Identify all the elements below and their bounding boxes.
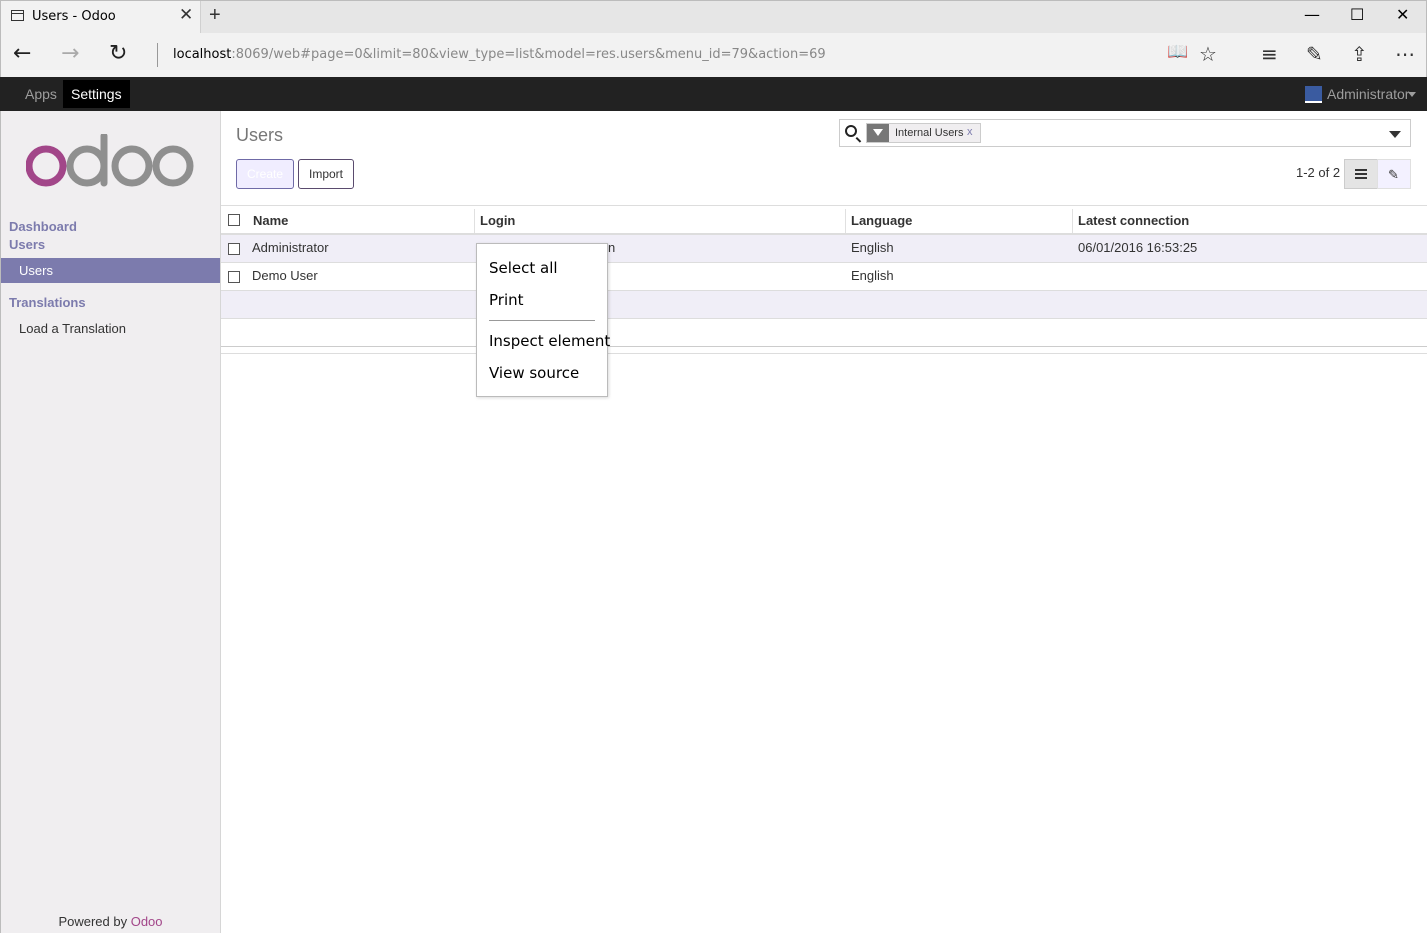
row-checkbox[interactable]	[228, 271, 240, 283]
more-icon[interactable]: ⋯	[1395, 42, 1415, 66]
new-tab-button[interactable]: +	[209, 4, 221, 27]
context-menu-inspect-element[interactable]: Inspect element	[489, 332, 610, 350]
browser-tab-bar: Users - Odoo ✕ + — ☐ ✕	[0, 0, 1427, 34]
edit-icon: ✎	[1388, 167, 1399, 182]
user-avatar[interactable]	[1305, 86, 1322, 103]
column-divider	[845, 209, 846, 233]
context-menu: Select all Print Inspect element View so…	[476, 243, 610, 397]
odoo-logo	[26, 134, 194, 187]
column-header-language[interactable]: Language	[851, 213, 912, 228]
user-caret-icon[interactable]	[1408, 92, 1416, 97]
search-facet[interactable]: Internal Users x	[866, 123, 981, 143]
facet-remove-icon[interactable]: x	[967, 126, 973, 138]
filter-icon	[867, 124, 889, 142]
odoo-top-bar	[0, 77, 1427, 111]
column-divider	[474, 209, 475, 233]
user-menu[interactable]: Administrator	[1327, 86, 1409, 102]
cell-latest-connection: 06/01/2016 16:53:25	[1078, 240, 1198, 255]
cell-name: Demo User	[252, 268, 318, 283]
sidebar	[0, 111, 221, 933]
select-all-checkbox[interactable]	[228, 214, 240, 226]
cell-login-fragment: n	[608, 240, 616, 255]
powered-by-label: Powered by	[58, 914, 131, 929]
page-title: Users	[236, 125, 284, 145]
minimize-button[interactable]: —	[1304, 5, 1320, 24]
table-row[interactable]: Demo User English	[221, 263, 1427, 291]
import-button[interactable]: Import	[298, 159, 354, 189]
empty-row	[221, 319, 1427, 347]
context-menu-select-all[interactable]: Select all	[489, 259, 558, 277]
form-view-button[interactable]: ✎	[1377, 159, 1411, 189]
web-note-icon[interactable]: ✎	[1306, 42, 1323, 66]
sidebar-dashboard[interactable]: Dashboard	[9, 219, 77, 234]
sidebar-item-users[interactable]: Users	[1, 258, 220, 283]
forward-icon[interactable]: →	[61, 41, 79, 66]
powered-by: Powered by Odoo	[0, 914, 221, 929]
url-host: localhost	[173, 47, 232, 62]
row-checkbox[interactable]	[228, 243, 240, 255]
powered-by-link[interactable]: Odoo	[131, 914, 163, 929]
share-icon[interactable]: ⇪	[1351, 42, 1368, 66]
table-row[interactable]: Administrator English 06/01/2016 16:53:2…	[221, 235, 1427, 263]
tab-page-icon	[11, 10, 24, 21]
tab-close-icon[interactable]: ✕	[179, 5, 193, 25]
menu-settings[interactable]: Settings	[63, 80, 130, 108]
cell-language: English	[851, 240, 894, 255]
back-icon[interactable]: ←	[13, 41, 31, 66]
url-field[interactable]: localhost:8069/web#page=0&limit=80&view_…	[173, 47, 826, 62]
list-icon	[1355, 169, 1367, 179]
search-icon[interactable]	[845, 125, 857, 137]
sidebar-item-load-translation[interactable]: Load a Translation	[19, 321, 126, 336]
sidebar-section-translations[interactable]: Translations	[9, 295, 86, 310]
context-menu-divider	[489, 320, 595, 321]
cell-language: English	[851, 268, 894, 283]
menu-apps[interactable]: Apps	[17, 77, 65, 111]
table-header: Name Login Language Latest connection	[221, 205, 1427, 235]
url-path: :8069/web#page=0&limit=80&view_type=list…	[231, 47, 826, 62]
refresh-icon[interactable]: ↻	[109, 41, 127, 66]
column-divider	[1072, 209, 1073, 233]
empty-row	[221, 291, 1427, 319]
address-separator	[157, 43, 158, 67]
maximize-button[interactable]: ☐	[1350, 5, 1364, 24]
table-footer	[221, 346, 1427, 354]
create-button[interactable]: Create	[236, 159, 294, 189]
hub-icon[interactable]: ≡	[1261, 42, 1278, 66]
search-dropdown-icon[interactable]	[1389, 131, 1401, 138]
sidebar-section-users[interactable]: Users	[9, 237, 45, 252]
browser-tab[interactable]: Users - Odoo ✕	[1, 1, 201, 34]
column-header-login[interactable]: Login	[480, 213, 515, 228]
column-header-name[interactable]: Name	[253, 213, 288, 228]
reading-view-icon[interactable]: 📖	[1167, 42, 1188, 62]
cell-name: Administrator	[252, 240, 329, 255]
pager-value[interactable]: 1-2 of 2	[1296, 165, 1340, 180]
context-menu-view-source[interactable]: View source	[489, 364, 579, 382]
facet-label: Internal Users	[895, 127, 964, 139]
context-menu-print[interactable]: Print	[489, 291, 524, 309]
column-header-latest-connection[interactable]: Latest connection	[1078, 213, 1189, 228]
list-view-button[interactable]	[1344, 159, 1378, 189]
favorite-star-icon[interactable]: ☆	[1199, 42, 1217, 66]
window-close-button[interactable]: ✕	[1396, 5, 1409, 24]
browser-address-bar: ← → ↻ localhost:8069/web#page=0&limit=80…	[0, 33, 1427, 77]
tab-title: Users - Odoo	[32, 9, 116, 24]
